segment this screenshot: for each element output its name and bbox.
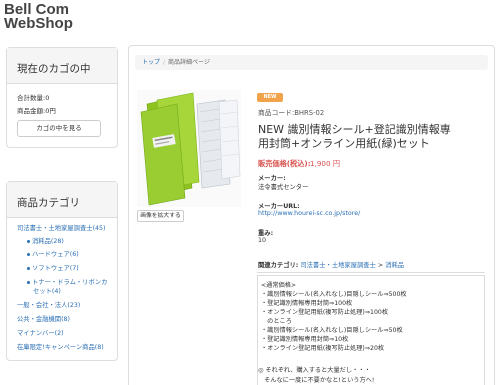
category-item-label: ハードウェア(6)	[32, 251, 79, 258]
category-item-general[interactable]: 一般・会社・法人(23)	[17, 301, 80, 310]
note-line: ◎ それぞれ、購入すると大量だし・・・	[258, 367, 371, 374]
cart-panel: 現在のカゴの中 合計数量:0 商品金額:0円 カゴの中を見る	[6, 47, 118, 148]
category-item-mynumber[interactable]: マイナンバー(2)	[17, 329, 64, 338]
bullet-icon	[27, 239, 30, 243]
category-item-toner-cont[interactable]: セット(4)	[33, 287, 61, 296]
note-line: そんなに一度に不要かなと!という方へ!	[258, 377, 375, 384]
maker-url-link[interactable]: http://www.hourei-sc.co.jp/store/	[258, 210, 360, 217]
category-item-public[interactable]: 公共・金融機関(8)	[17, 315, 70, 324]
bullet-icon	[27, 280, 30, 284]
category-item-label: 消耗品(28)	[32, 238, 64, 245]
category-panel: 商品カテゴリ 司法書士・土地家屋調査士(45) 消耗品(28) ハードウェア(6…	[6, 181, 118, 361]
category-item-hardware[interactable]: ハードウェア(6)	[27, 250, 79, 259]
view-cart-button[interactable]: カゴの中を見る	[17, 120, 101, 137]
description-line: のところ	[261, 318, 292, 325]
breadcrumb-home[interactable]: トップ	[142, 59, 160, 66]
category-item-software[interactable]: ソフトウェア(7)	[27, 264, 79, 273]
weight-label: 重み:	[258, 230, 274, 237]
related-categories: 関連カテゴリ: 司法書士・土地家屋調査士 > 消耗品	[258, 260, 404, 269]
description-line: ・登記識別情報専用封筒⇒100枚	[261, 300, 353, 307]
related-label: 関連カテゴリ:	[258, 262, 299, 269]
bullet-icon	[27, 252, 30, 256]
related-link-consumables[interactable]: 消耗品	[385, 262, 404, 269]
description-line: ・オンライン登記用紙(複写防止処理)⇒100枚	[261, 309, 389, 316]
divider	[257, 272, 485, 273]
zoom-image-button[interactable]: 画像を拡大する	[137, 210, 184, 222]
cart-total-qty: 合計数量:0	[17, 94, 50, 102]
breadcrumb-separator: /	[163, 59, 166, 66]
category-item-campaign[interactable]: 在庫限定!キャンペーン商品(8)	[17, 343, 104, 352]
new-badge: NEW	[257, 93, 283, 102]
site-logo[interactable]: Bell Com WebShop	[4, 2, 73, 32]
breadcrumb: トップ / 商品詳細ページ	[135, 55, 488, 70]
related-separator: >	[377, 262, 384, 269]
cart-total-amount: 商品金額:0円	[17, 107, 56, 115]
product-title: NEW 識別情報シール+登記識別情報専用封筒+オンライン用紙(緑)セット	[258, 123, 451, 150]
category-item-judicial-scrivener[interactable]: 司法書士・土地家屋調査士(45)	[17, 224, 106, 233]
description-line: ・登記識別情報専用封筒⇒10枚	[261, 336, 349, 343]
cart-heading: 現在のカゴの中	[7, 48, 117, 84]
maker-value: 法令書式センター	[258, 184, 309, 191]
weight-value: 10	[258, 237, 267, 244]
category-item-consumables[interactable]: 消耗品(28)	[27, 237, 64, 246]
description-line: ・識別情報シール(名入れなし)目隠しシール⇒50枚	[261, 327, 403, 334]
product-detail-panel: トップ / 商品詳細ページ 画像を拡大する NEW 商品コード:BHRS-02 …	[128, 45, 495, 385]
description-line: <通常価格>	[261, 282, 297, 289]
price-value: 1,900 円	[310, 159, 341, 168]
product-code: 商品コード:BHRS-02	[258, 109, 325, 117]
breadcrumb-current: 商品詳細ページ	[168, 59, 210, 66]
category-item-label: トナー・ドラム・リボンカ	[32, 279, 108, 286]
category-heading: 商品カテゴリ	[7, 182, 117, 218]
bullet-icon	[27, 266, 30, 270]
description-line: ・識別情報シール(名入れなし)目隠しシール⇒500枚	[261, 291, 407, 298]
product-image[interactable]	[137, 90, 241, 207]
related-link-judicial[interactable]: 司法書士・土地家屋調査士	[300, 262, 376, 269]
maker-url-label: メーカーURL:	[258, 203, 300, 210]
category-item-toner[interactable]: トナー・ドラム・リボンカ	[27, 278, 107, 287]
description-line: ・オンライン登記用紙(複写防止処理)⇒20枚	[261, 345, 385, 352]
category-item-label: ソフトウェア(7)	[32, 265, 79, 272]
maker-label: メーカー:	[258, 175, 286, 182]
price-label: 販売価格(税込):	[258, 159, 311, 168]
site-title-line2: WebShop	[4, 15, 73, 32]
product-image-art	[140, 92, 241, 206]
